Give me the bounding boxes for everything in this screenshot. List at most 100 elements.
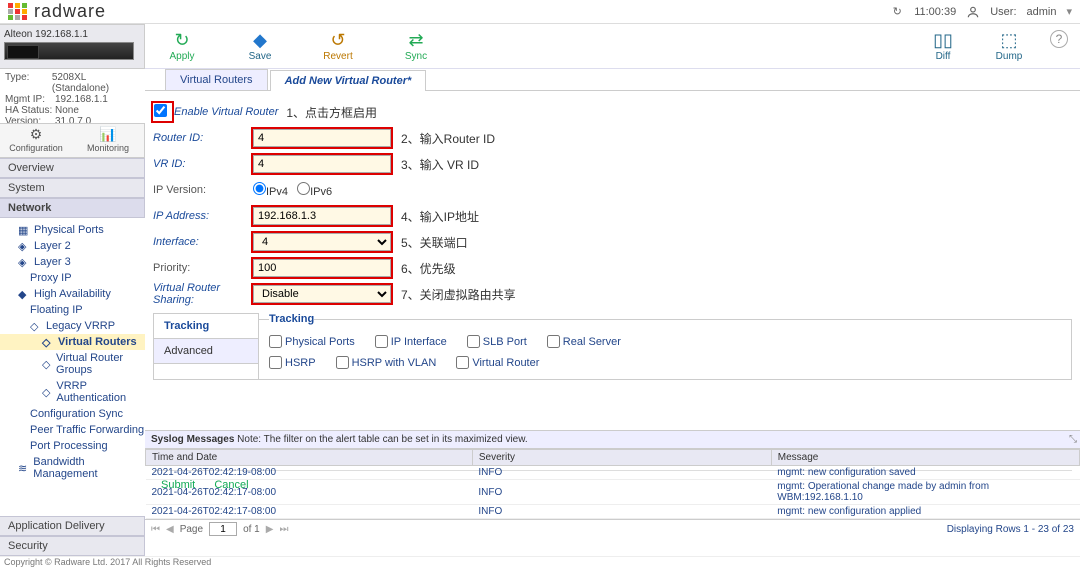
vr-sharing-select[interactable]: Disable — [253, 285, 391, 303]
subtabs: Tracking Advanced — [153, 313, 259, 380]
help-button[interactable]: ? — [1050, 30, 1068, 48]
track-ip-interface[interactable] — [375, 335, 388, 348]
apply-button[interactable]: ↻Apply — [157, 30, 207, 62]
nav-network[interactable]: Network — [0, 198, 145, 218]
vr-icon: ◇ — [42, 336, 54, 348]
clock-text: 11:00:39 — [914, 6, 956, 18]
nav-layer3[interactable]: ◈Layer 3 — [0, 254, 145, 270]
device-rack-image — [4, 42, 134, 60]
page-display: Displaying Rows 1 - 23 of 23 — [947, 524, 1074, 535]
vrg-icon: ◇ — [42, 358, 52, 370]
router-id-input[interactable] — [253, 129, 391, 147]
ipv6-radio[interactable] — [297, 182, 310, 195]
vr-sharing-label: Virtual Router Sharing: — [153, 282, 253, 306]
nav-bandwidth-mgmt[interactable]: ≋Bandwidth Management — [0, 454, 145, 482]
enable-vr-checkbox[interactable] — [154, 104, 167, 117]
tracking-fieldset: Tracking Physical Ports IP Interface SLB… — [258, 313, 1072, 380]
annotation-2: 2、输入Router ID — [401, 130, 495, 147]
user-icon[interactable] — [966, 5, 980, 19]
nav-network-tree: ▦Physical Ports ◈Layer 2 ◈Layer 3 Proxy … — [0, 218, 145, 486]
page-next-icon[interactable]: ▶ — [266, 524, 274, 535]
toolbar: ↻Apply ◆Save ↺Revert ⇄Sync ▯▯Diff ⬚Dump … — [145, 24, 1080, 69]
page-input[interactable] — [209, 522, 237, 536]
nav-physical-ports[interactable]: ▦Physical Ports — [0, 222, 145, 238]
track-hsrp-vlan[interactable] — [336, 356, 349, 369]
nav-security[interactable]: Security — [0, 536, 145, 556]
gear-icon: ⚙ — [30, 126, 43, 142]
table-row: 2021-04-26T02:42:17-08:00INFOmgmt: new c… — [146, 505, 1080, 519]
interface-select[interactable]: 4 — [253, 233, 391, 251]
monitoring-mode[interactable]: 📊Monitoring — [72, 124, 144, 157]
nav-legacy-vrrp[interactable]: ◇Legacy VRRP — [0, 318, 145, 334]
configuration-mode[interactable]: ⚙Configuration — [0, 124, 72, 157]
col-time[interactable]: Time and Date — [146, 450, 473, 466]
save-icon: ◆ — [235, 30, 285, 51]
table-row: 2021-04-26T02:42:17-08:00INFOmgmt: Opera… — [146, 480, 1080, 505]
annotation-7: 7、关闭虚拟路由共享 — [401, 286, 516, 303]
device-header: Alteon 192.168.1.1 — [0, 24, 145, 69]
layer3-icon: ◈ — [18, 256, 30, 268]
track-physical-ports[interactable] — [269, 335, 282, 348]
tracking-legend: Tracking — [269, 313, 314, 325]
nav-layer2[interactable]: ◈Layer 2 — [0, 238, 145, 254]
priority-input[interactable] — [253, 259, 391, 277]
track-slb-port[interactable] — [467, 335, 480, 348]
ha-icon: ◆ — [18, 288, 30, 300]
ip-version-label: IP Version: — [153, 184, 253, 196]
device-title: Alteon 192.168.1.1 — [4, 29, 140, 40]
vr-id-input[interactable] — [253, 155, 391, 173]
page-first-icon[interactable]: ⏮ — [151, 524, 160, 535]
enable-vr-label: Enable Virtual Router — [174, 106, 278, 118]
nav-system[interactable]: System — [0, 178, 145, 198]
annotation-5: 5、关联端口 — [401, 234, 468, 251]
table-row: 2021-04-26T02:42:19-08:00INFOmgmt: new c… — [146, 466, 1080, 480]
col-severity[interactable]: Severity — [472, 450, 771, 466]
page-prev-icon[interactable]: ◀ — [166, 524, 174, 535]
page-last-icon[interactable]: ⏭ — [279, 524, 288, 535]
track-real-server[interactable] — [547, 335, 560, 348]
sync-button[interactable]: ⇄Sync — [391, 30, 441, 62]
nav-peer-forwarding[interactable]: Peer Traffic Forwarding — [0, 422, 145, 438]
subtab-advanced[interactable]: Advanced — [154, 339, 258, 364]
layer2-icon: ◈ — [18, 240, 30, 252]
col-message[interactable]: Message — [771, 450, 1079, 466]
nav-overview[interactable]: Overview — [0, 158, 145, 178]
dump-button[interactable]: ⬚Dump — [984, 30, 1034, 62]
nav-virtual-routers[interactable]: ◇Virtual Routers — [0, 334, 145, 350]
tab-add-virtual-router[interactable]: Add New Virtual Router* — [270, 70, 427, 91]
nav-vrrp-auth[interactable]: ◇VRRP Authentication — [0, 378, 145, 406]
user-dropdown-icon[interactable]: ▾ — [1066, 5, 1072, 18]
nav-config-sync[interactable]: Configuration Sync — [0, 406, 145, 422]
dump-icon: ⬚ — [984, 30, 1034, 51]
nav-port-processing[interactable]: Port Processing — [0, 438, 145, 454]
user-label: User: — [990, 6, 1016, 18]
user-name: admin — [1027, 6, 1057, 18]
annotation-6: 6、优先级 — [401, 260, 456, 277]
diff-button[interactable]: ▯▯Diff — [918, 30, 968, 62]
track-hsrp[interactable] — [269, 356, 282, 369]
page-label: Page — [180, 524, 203, 535]
top-bar: radware ↻ 11:00:39 User: admin ▾ — [0, 0, 1080, 24]
sync-icon: ⇄ — [391, 30, 441, 51]
router-id-label: Router ID: — [153, 132, 253, 144]
save-button[interactable]: ◆Save — [235, 30, 285, 62]
tab-virtual-routers[interactable]: Virtual Routers — [165, 69, 268, 90]
nav-virtual-router-groups[interactable]: ◇Virtual Router Groups — [0, 350, 145, 378]
main-area: ↻Apply ◆Save ↺Revert ⇄Sync ▯▯Diff ⬚Dump … — [145, 24, 1080, 556]
expand-icon[interactable]: ⤡ — [1069, 434, 1074, 445]
syslog-title: Syslog Messages — [151, 434, 234, 445]
track-virtual-router[interactable] — [456, 356, 469, 369]
annotation-3: 3、输入 VR ID — [401, 156, 479, 173]
nav-floating-ip[interactable]: Floating IP — [0, 302, 145, 318]
nav-app-delivery[interactable]: Application Delivery — [0, 516, 145, 536]
subtab-tracking[interactable]: Tracking — [154, 314, 258, 339]
nav-proxy-ip[interactable]: Proxy IP — [0, 270, 145, 286]
nav-high-availability[interactable]: ◆High Availability — [0, 286, 145, 302]
logo-dots-icon — [8, 3, 28, 20]
refresh-icon[interactable]: ↻ — [890, 5, 904, 19]
revert-button[interactable]: ↺Revert — [313, 30, 363, 62]
left-nav: Overview System Network ▦Physical Ports … — [0, 158, 145, 556]
ip-address-input[interactable] — [253, 207, 391, 225]
ipv4-radio[interactable] — [253, 182, 266, 195]
syslog-panel: Syslog Messages Note: The filter on the … — [145, 430, 1080, 538]
